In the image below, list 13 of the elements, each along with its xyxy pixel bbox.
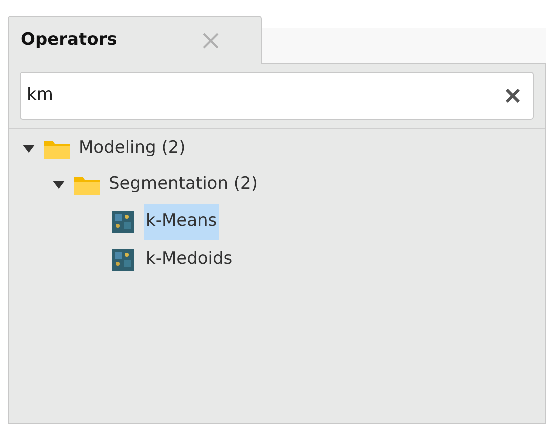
- operator-icon: [112, 249, 134, 271]
- collapse-triangle-icon[interactable]: [53, 181, 65, 189]
- operator-item[interactable]: k-Medoids: [144, 242, 235, 278]
- collapse-triangle-icon[interactable]: [23, 145, 35, 153]
- clear-icon[interactable]: [505, 89, 521, 103]
- search-field[interactable]: km: [20, 72, 534, 120]
- operators-tab[interactable]: Operators: [8, 16, 262, 64]
- folder-icon: [43, 138, 71, 160]
- operator-icon: [112, 211, 134, 233]
- folder-label[interactable]: Segmentation (2): [109, 172, 258, 198]
- operator-item[interactable]: k-Means: [144, 204, 220, 240]
- folder-icon: [73, 174, 101, 196]
- folder-label[interactable]: Modeling (2): [79, 136, 186, 162]
